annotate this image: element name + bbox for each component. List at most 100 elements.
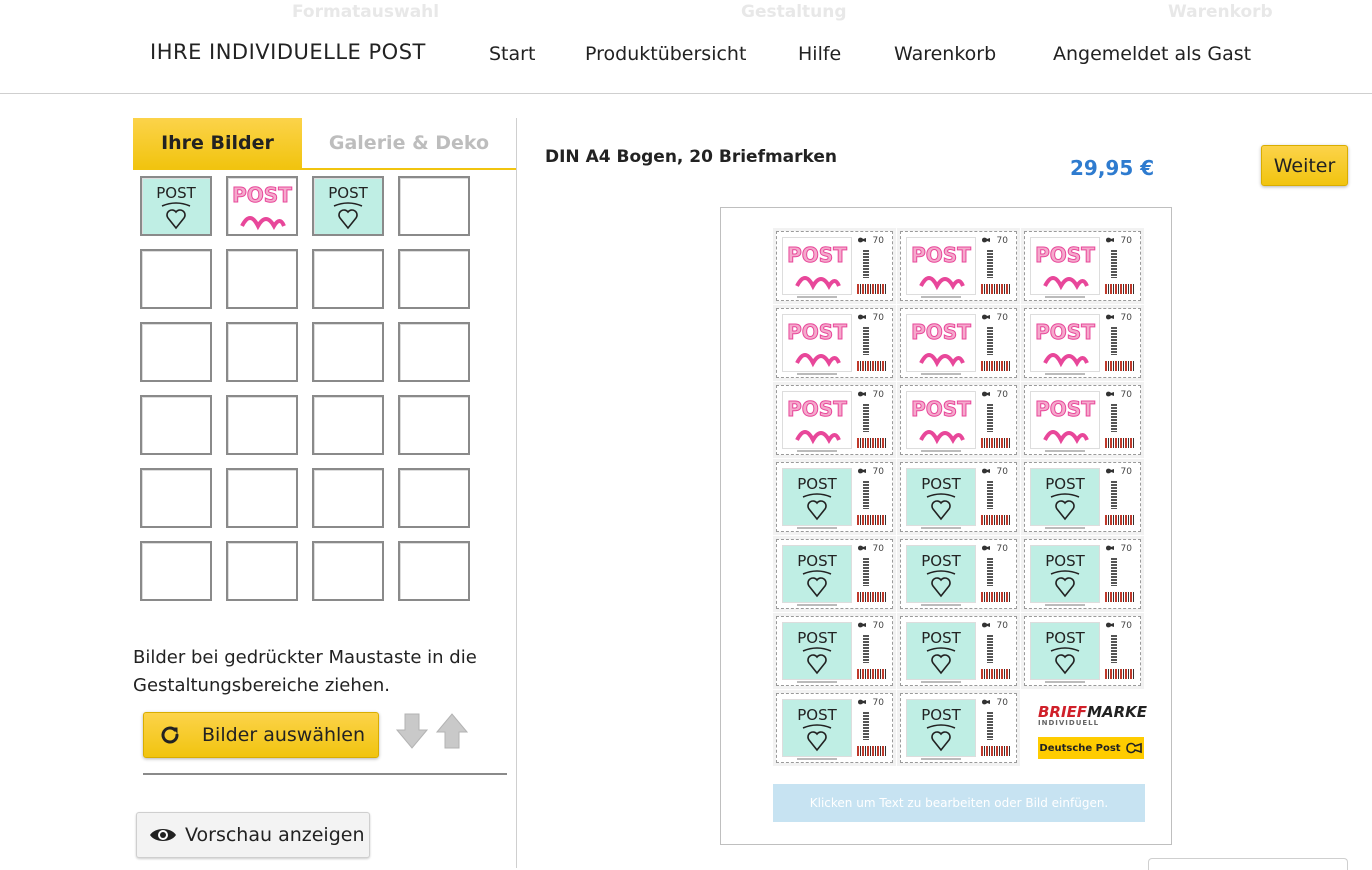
image-slot[interactable] xyxy=(140,322,212,382)
svg-text:POST: POST xyxy=(911,243,971,267)
image-slot[interactable] xyxy=(226,249,298,309)
stamp-value: 70 xyxy=(872,621,884,631)
image-slot[interactable] xyxy=(226,541,298,601)
stamp-slot[interactable]: POST 70 xyxy=(897,305,1020,381)
nav-help[interactable]: Hilfe xyxy=(798,43,841,65)
stamp-vertical-text xyxy=(863,327,869,355)
nav-cart[interactable]: Warenkorb xyxy=(894,43,996,65)
image-slot[interactable] xyxy=(312,395,384,455)
tab-gallery-deco[interactable]: Galerie & Deko xyxy=(302,118,516,168)
stamp-slot[interactable]: POST 70 xyxy=(1021,305,1144,381)
step-design: Gestaltung xyxy=(741,2,847,22)
stamp-value: 70 xyxy=(1120,236,1132,246)
post-horn-icon xyxy=(858,699,866,705)
move-up-arrow-icon[interactable] xyxy=(436,712,468,750)
stamp-vertical-text xyxy=(987,327,993,355)
svg-text:POST: POST xyxy=(787,243,847,267)
stamp-slot[interactable]: POST 70 xyxy=(1021,613,1144,689)
stamp-slot[interactable]: POST 70 xyxy=(897,459,1020,535)
image-slot[interactable] xyxy=(398,395,470,455)
image-tabs: Ihre Bilder Galerie & Deko xyxy=(133,118,516,170)
stamp-image: POST xyxy=(782,468,852,526)
stamp-slot[interactable]: POST 70 xyxy=(1021,459,1144,535)
stamp-slot[interactable]: POST 70 xyxy=(773,305,896,381)
image-slot[interactable] xyxy=(312,249,384,309)
image-slot[interactable] xyxy=(398,249,470,309)
stamp-slot[interactable]: POST 70 xyxy=(773,690,896,766)
choose-images-button[interactable]: Bilder auswählen xyxy=(143,712,379,758)
stamp-microtext xyxy=(1045,527,1085,529)
stamp-matrix-code xyxy=(857,361,887,371)
stamp-slot[interactable]: POST 70 xyxy=(773,382,896,458)
stamp-matrix-code xyxy=(981,592,1011,602)
image-slot[interactable] xyxy=(398,541,470,601)
brand-title[interactable]: IHRE INDIVIDUELLE POST xyxy=(150,40,426,64)
image-slot[interactable] xyxy=(398,176,470,236)
step-cart: Warenkorb xyxy=(1168,2,1273,22)
stamp-slot[interactable]: POST 70 xyxy=(897,613,1020,689)
nav-login-status[interactable]: Angemeldet als Gast xyxy=(1053,43,1251,65)
stamp-microtext xyxy=(1045,604,1085,606)
stamp-matrix-code xyxy=(981,361,1011,371)
move-down-arrow-icon[interactable] xyxy=(396,712,428,750)
image-slot[interactable] xyxy=(226,322,298,382)
stamp-slot[interactable]: POST 70 xyxy=(773,536,896,612)
next-button[interactable]: Weiter xyxy=(1261,145,1348,186)
svg-text:POST: POST xyxy=(921,552,961,570)
stamp-vertical-text xyxy=(987,404,993,432)
post-horn-icon xyxy=(858,391,866,397)
stamp-image: POST xyxy=(1030,314,1100,372)
post-horn-icon xyxy=(982,545,990,551)
stamp-matrix-code xyxy=(857,438,887,448)
stamp-slot[interactable]: POST 70 xyxy=(1021,382,1144,458)
stamp-matrix-code xyxy=(857,669,887,679)
stamp-matrix-code xyxy=(1105,515,1135,525)
stamp-slot[interactable]: POST 70 xyxy=(1021,228,1144,304)
text-edit-bar[interactable]: Klicken um Text zu bearbeiten oder Bild … xyxy=(773,784,1145,822)
nav-product-overview[interactable]: Produktübersicht xyxy=(585,43,746,65)
stamp-image: POST xyxy=(1030,237,1100,295)
stamp-slot[interactable]: POST 70 xyxy=(773,613,896,689)
stamp-slot[interactable]: POST 70 xyxy=(897,690,1020,766)
image-slot[interactable] xyxy=(312,468,384,528)
stamp-slot[interactable]: POST 70 xyxy=(897,382,1020,458)
image-slot[interactable] xyxy=(226,468,298,528)
image-slot[interactable] xyxy=(140,395,212,455)
image-thumbnail[interactable]: POST xyxy=(312,176,384,236)
image-thumbnail[interactable]: POST xyxy=(226,176,298,236)
stamp-matrix-code xyxy=(857,284,887,294)
svg-text:POST: POST xyxy=(1045,629,1085,647)
stamp-slot[interactable]: POST 70 xyxy=(897,228,1020,304)
image-slot[interactable] xyxy=(226,395,298,455)
stamp-slot[interactable]: POST 70 xyxy=(773,459,896,535)
stamp-vertical-text xyxy=(863,481,869,509)
image-slot[interactable] xyxy=(140,468,212,528)
stamp-vertical-text xyxy=(863,712,869,740)
stamp-slot[interactable]: POST 70 xyxy=(897,536,1020,612)
stamp-vertical-text xyxy=(987,250,993,278)
stamp-slot[interactable]: POST 70 xyxy=(773,228,896,304)
nav-start[interactable]: Start xyxy=(489,43,535,65)
stamp-sheet-preview: BRIEFMARKE INDIVIDUELL Deutsche Post Kli… xyxy=(720,207,1172,845)
tab-your-images[interactable]: Ihre Bilder xyxy=(133,118,302,168)
image-slot[interactable] xyxy=(140,249,212,309)
show-preview-button[interactable]: Vorschau anzeigen xyxy=(136,812,370,858)
stamp-value: 70 xyxy=(996,621,1008,631)
image-thumbnail[interactable]: POST xyxy=(140,176,212,236)
post-horn-icon xyxy=(858,622,866,628)
stamp-image: POST xyxy=(1030,622,1100,680)
stamp-vertical-text xyxy=(863,250,869,278)
stamp-value: 70 xyxy=(872,313,884,323)
post-horn-icon xyxy=(1106,391,1114,397)
stamp-value: 70 xyxy=(1120,313,1132,323)
stamp-image: POST xyxy=(1030,545,1100,603)
stamp-slot[interactable]: POST 70 xyxy=(1021,536,1144,612)
image-slot[interactable] xyxy=(312,322,384,382)
svg-text:POST: POST xyxy=(911,320,971,344)
image-slot[interactable] xyxy=(398,322,470,382)
image-slot[interactable] xyxy=(140,541,212,601)
image-slot[interactable] xyxy=(312,541,384,601)
stamp-image: POST xyxy=(906,314,976,372)
stamp-microtext xyxy=(797,527,837,529)
image-slot[interactable] xyxy=(398,468,470,528)
